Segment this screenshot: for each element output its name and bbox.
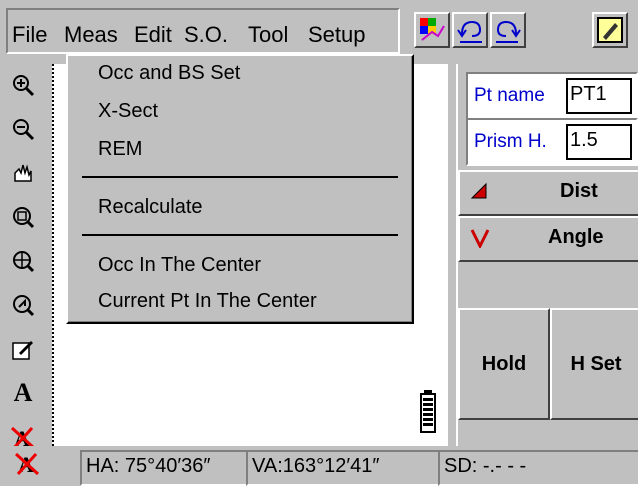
edit-button[interactable]	[8, 334, 38, 364]
menu-so[interactable]: S.O.	[184, 22, 228, 48]
menu-item-occ-center[interactable]: Occ In The Center	[98, 254, 261, 277]
pt-name-label: Pt name	[474, 85, 545, 106]
pen-button[interactable]	[592, 12, 628, 48]
zoom-out-icon	[13, 119, 35, 141]
pan-button[interactable]	[8, 158, 38, 188]
dist-label: Dist	[560, 180, 598, 202]
zoom-in-icon	[13, 75, 35, 97]
h-set-label: H Set	[570, 352, 622, 375]
zoom-extents-button[interactable]	[8, 246, 38, 276]
angle-label: Angle	[548, 226, 604, 248]
menu-item-x-sect[interactable]: X-Sect	[98, 100, 158, 123]
menu-item-occ-bs-set[interactable]: Occ and BS Set	[98, 62, 240, 85]
menu-file[interactable]: File	[12, 22, 47, 48]
battery-icon	[420, 390, 436, 433]
menu-strip: File Meas Edit S.O. Tool Setup	[6, 8, 400, 54]
undo-icon	[457, 20, 482, 43]
menu-item-rem[interactable]: REM	[98, 138, 142, 161]
hold-button[interactable]: Hold	[458, 308, 550, 420]
menu-item-recalculate[interactable]: Recalculate	[98, 196, 203, 219]
zoom-point-button[interactable]	[8, 290, 38, 320]
zoom-point-icon	[13, 295, 35, 317]
text-button[interactable]: A	[8, 378, 38, 408]
zoom-in-button[interactable]	[8, 70, 38, 100]
menu-separator	[82, 176, 398, 178]
zoom-window-icon	[13, 207, 35, 229]
menu-edit[interactable]: Edit	[134, 22, 172, 48]
angle-icon	[470, 229, 490, 248]
va-readout: VA:163°12′41″	[246, 450, 440, 486]
dist-icon	[470, 182, 487, 199]
pen-icon	[597, 17, 623, 43]
left-toolbar: A A	[0, 58, 48, 484]
status-bar: A HA: 75°40′36″ VA:163°12′41″ SD: -.- - …	[0, 446, 638, 486]
meas-dropdown-menu: Occ and BS Set X-Sect REM Recalculate Oc…	[66, 54, 414, 324]
text-icon: A	[13, 378, 33, 407]
edit-icon	[12, 341, 33, 360]
menu-separator	[82, 234, 398, 236]
layer-color-icon	[420, 18, 445, 41]
status-erase-icon: A	[14, 452, 40, 476]
pan-hand-icon	[14, 164, 32, 182]
zoom-out-button[interactable]	[8, 114, 38, 144]
h-set-button[interactable]: H Set	[550, 308, 638, 420]
right-panel: Pt name PT1 Prism H. 1.5 Dist Angle Hold…	[456, 64, 638, 446]
ha-readout: HA: 75°40′36″	[80, 450, 250, 486]
menu-setup[interactable]: Setup	[308, 22, 366, 48]
menu-item-current-pt-center[interactable]: Current Pt In The Center	[98, 290, 317, 313]
layer-color-button[interactable]	[414, 12, 450, 48]
angle-button[interactable]: Angle	[458, 216, 638, 262]
prism-height-label: Prism H.	[474, 131, 547, 152]
pt-name-field: Pt name PT1	[466, 72, 638, 120]
zoom-window-button[interactable]	[8, 202, 38, 232]
zoom-extents-icon	[13, 251, 35, 273]
menu-meas[interactable]: Meas	[64, 22, 118, 48]
dist-button[interactable]: Dist	[458, 170, 638, 216]
hold-label: Hold	[481, 352, 527, 375]
undo-button[interactable]	[452, 12, 488, 48]
prism-height-input[interactable]: 1.5	[566, 124, 632, 160]
menu-bar: File Meas Edit S.O. Tool Setup	[0, 0, 638, 58]
pt-name-input[interactable]: PT1	[566, 78, 632, 114]
menu-tool[interactable]: Tool	[248, 22, 288, 48]
prism-height-field: Prism H. 1.5	[466, 118, 638, 166]
redo-button[interactable]	[490, 12, 526, 48]
redo-icon	[496, 20, 521, 43]
sd-readout: SD: -.- - -	[438, 450, 638, 486]
